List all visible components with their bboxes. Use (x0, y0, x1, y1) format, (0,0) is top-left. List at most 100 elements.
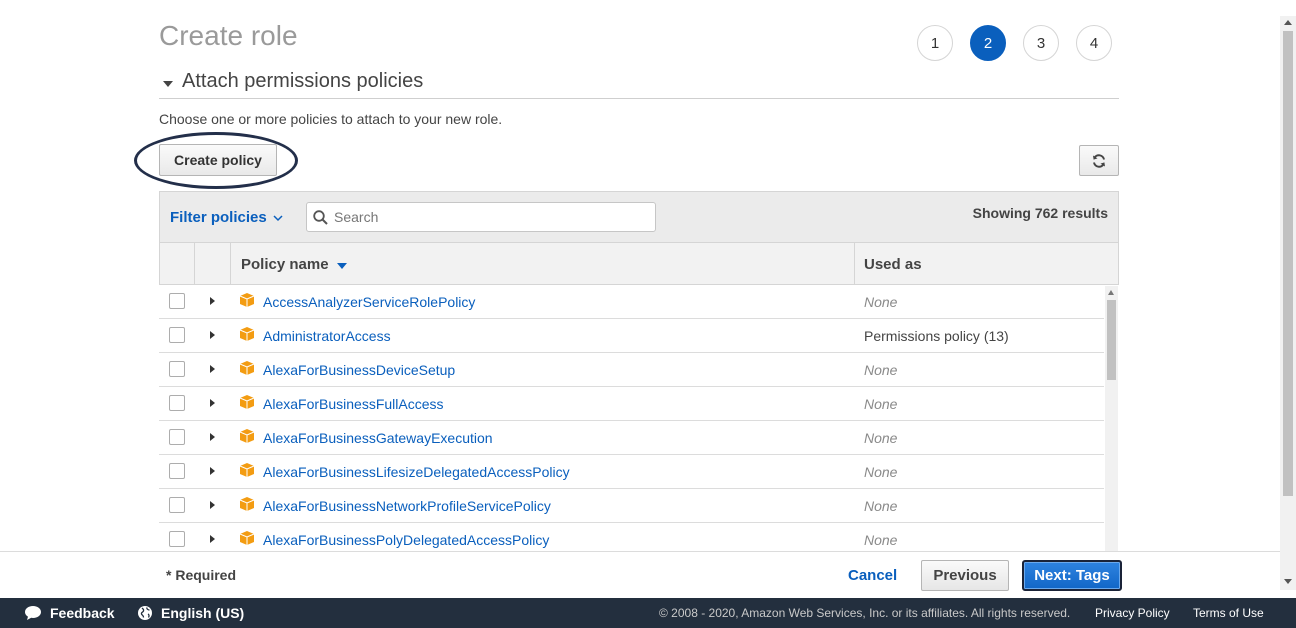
policy-package-icon (239, 293, 255, 307)
row-expand-button[interactable] (203, 392, 223, 414)
policy-name-link[interactable]: AlexaForBusinessLifesizeDelegatedAccessP… (263, 464, 570, 480)
step-3[interactable]: 3 (1023, 25, 1059, 61)
filter-policies-dropdown[interactable]: Filter policies (170, 209, 283, 226)
policy-name-link[interactable]: AlexaForBusinessGatewayExecution (263, 430, 493, 446)
caret-right-icon (210, 467, 215, 475)
language-selector[interactable]: English (US) (137, 605, 244, 621)
policy-used-as: None (864, 396, 898, 412)
feedback-button[interactable]: Feedback (24, 605, 115, 621)
scrollbar-thumb[interactable] (1283, 31, 1293, 496)
column-used-as[interactable]: Used as (864, 256, 922, 273)
row-checkbox[interactable] (169, 395, 185, 411)
section-title: Attach permissions policies (182, 70, 424, 92)
helper-text: Choose one or more policies to attach to… (159, 111, 503, 127)
caret-right-icon (210, 365, 215, 373)
page-title: Create role (159, 20, 298, 51)
policy-used-as: None (864, 498, 898, 514)
policy-package-icon (239, 327, 255, 341)
table-row: AlexaForBusinessFullAccess None (159, 387, 1104, 421)
column-policy-name-label: Policy name (241, 256, 329, 273)
column-policy-name[interactable]: Policy name (241, 256, 347, 273)
language-label: English (US) (161, 605, 245, 621)
wizard-steps: 1 2 3 4 (917, 25, 1112, 61)
create-policy-button[interactable]: Create policy (159, 144, 277, 176)
scrollbar-thumb[interactable] (1107, 300, 1116, 380)
policy-used-as: None (864, 464, 898, 480)
policy-name-link[interactable]: AlexaForBusinessNetworkProfileServicePol… (263, 498, 551, 514)
page-scrollbar[interactable] (1280, 16, 1296, 590)
policy-used-as: None (864, 430, 898, 446)
terms-of-use-link[interactable]: Terms of Use (1193, 606, 1264, 620)
policy-name-link[interactable]: AccessAnalyzerServiceRolePolicy (263, 294, 475, 310)
policy-used-as: Permissions policy (13) (864, 328, 1009, 344)
row-checkbox[interactable] (169, 361, 185, 377)
row-checkbox[interactable] (169, 293, 185, 309)
row-checkbox[interactable] (169, 531, 185, 547)
row-checkbox[interactable] (169, 497, 185, 513)
search-icon (313, 209, 328, 225)
caret-right-icon (210, 297, 215, 305)
policy-package-icon (239, 497, 255, 511)
table-row: AlexaForBusinessGatewayExecution None (159, 421, 1104, 455)
table-row: AlexaForBusinessLifesizeDelegatedAccessP… (159, 455, 1104, 489)
copyright-text: © 2008 - 2020, Amazon Web Services, Inc.… (659, 606, 1071, 620)
table-row: AlexaForBusinessPolyDelegatedAccessPolic… (159, 523, 1104, 551)
globe-icon (138, 606, 152, 620)
chevron-down-icon (273, 214, 283, 221)
wizard-footer: * Required Cancel Previous Next: Tags (0, 551, 1280, 598)
section-header[interactable]: Attach permissions policies (159, 70, 1119, 99)
scroll-down-icon[interactable] (1284, 579, 1292, 584)
step-1[interactable]: 1 (917, 25, 953, 61)
next-tags-button[interactable]: Next: Tags (1022, 560, 1122, 591)
policy-name-link[interactable]: AdministratorAccess (263, 328, 391, 344)
required-note: * Required (166, 567, 237, 583)
row-expand-button[interactable] (203, 358, 223, 380)
column-divider (194, 243, 195, 284)
scroll-up-icon[interactable] (1284, 20, 1292, 25)
column-divider (854, 243, 855, 284)
table-row: AdministratorAccess Permissions policy (… (159, 319, 1104, 353)
previous-button[interactable]: Previous (921, 560, 1009, 591)
caret-right-icon (210, 399, 215, 407)
scroll-up-icon (1108, 290, 1114, 295)
row-expand-button[interactable] (203, 460, 223, 482)
speech-bubble-icon (25, 606, 41, 620)
results-count: Showing 762 results (972, 205, 1108, 221)
policy-used-as: None (864, 532, 898, 548)
caret-right-icon (210, 433, 215, 441)
policy-name-link[interactable]: AlexaForBusinessPolyDelegatedAccessPolic… (263, 532, 549, 548)
caret-down-icon (163, 81, 173, 87)
policy-package-icon (239, 429, 255, 443)
table-row: AccessAnalyzerServiceRolePolicy None (159, 285, 1104, 319)
table-scrollbar[interactable] (1105, 286, 1118, 551)
sort-desc-icon (336, 262, 347, 269)
step-4[interactable]: 4 (1076, 25, 1112, 61)
refresh-button[interactable] (1079, 145, 1119, 176)
caret-right-icon (210, 501, 215, 509)
row-checkbox[interactable] (169, 429, 185, 445)
step-2[interactable]: 2 (970, 25, 1006, 61)
search-input[interactable] (334, 209, 634, 225)
policy-name-link[interactable]: AlexaForBusinessDeviceSetup (263, 362, 455, 378)
policy-used-as: None (864, 294, 898, 310)
policy-table-body[interactable]: AccessAnalyzerServiceRolePolicy None Adm… (159, 285, 1104, 551)
cancel-link[interactable]: Cancel (848, 567, 897, 584)
row-expand-button[interactable] (203, 528, 223, 550)
policy-name-link[interactable]: AlexaForBusinessFullAccess (263, 396, 444, 412)
row-checkbox[interactable] (169, 327, 185, 343)
search-box (306, 202, 656, 232)
privacy-policy-link[interactable]: Privacy Policy (1095, 606, 1170, 620)
filter-bar: Filter policies Showing 762 results (159, 191, 1119, 243)
policy-package-icon (239, 395, 255, 409)
refresh-icon (1093, 153, 1105, 168)
feedback-label: Feedback (50, 605, 115, 621)
policy-used-as: None (864, 362, 898, 378)
caret-right-icon (210, 331, 215, 339)
row-expand-button[interactable] (203, 426, 223, 448)
table-row: AlexaForBusinessNetworkProfileServicePol… (159, 489, 1104, 523)
row-expand-button[interactable] (203, 494, 223, 516)
table-header: Policy name Used as (159, 242, 1119, 285)
row-expand-button[interactable] (203, 324, 223, 346)
row-checkbox[interactable] (169, 463, 185, 479)
row-expand-button[interactable] (203, 290, 223, 312)
